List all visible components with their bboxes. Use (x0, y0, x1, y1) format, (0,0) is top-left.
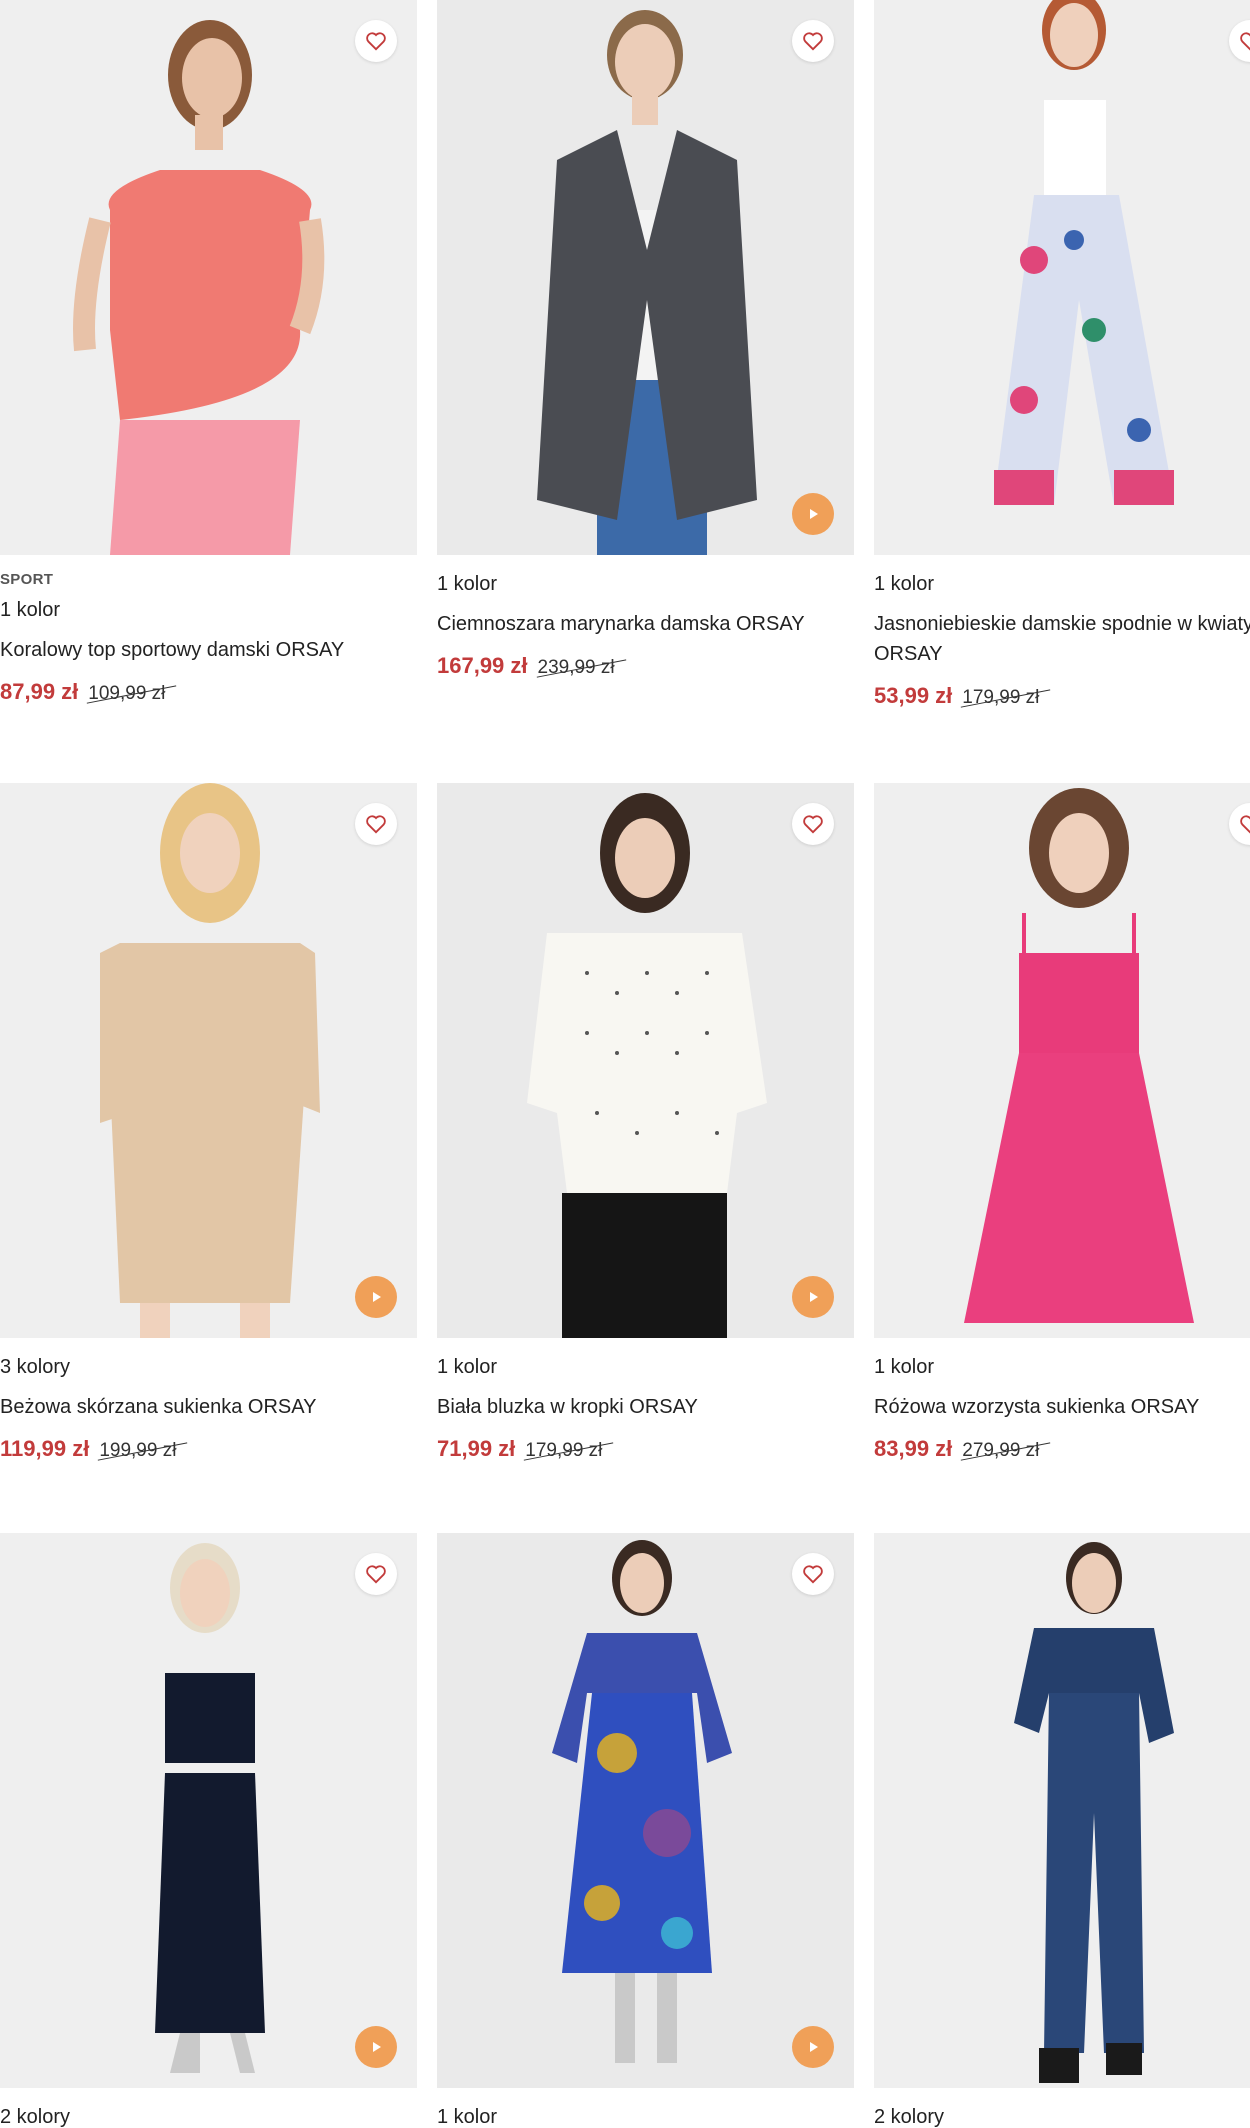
product-prices: 87,99 zł 109,99 zł (0, 679, 417, 705)
product-image[interactable] (437, 0, 854, 555)
product-prices: 71,99 zł 179,99 zł (437, 1436, 854, 1462)
product-name[interactable]: Jasnoniebieskie damskie spodnie w kwiaty… (874, 609, 1250, 669)
product-card[interactable]: 1 kolor Biała bluzka w kropki ORSAY 71,9… (437, 783, 854, 1462)
play-video-button[interactable] (355, 2026, 397, 2068)
play-icon (373, 2042, 381, 2052)
product-photo (437, 783, 854, 1338)
product-old-price: 109,99 zł (88, 683, 166, 704)
product-sale-price: 53,99 zł (874, 683, 953, 708)
product-image[interactable] (0, 1533, 417, 2088)
product-photo (874, 0, 1250, 555)
product-sale-price: 83,99 zł (874, 1436, 953, 1461)
product-colors-count[interactable]: 1 kolor (874, 1352, 1250, 1382)
product-card[interactable]: 1 kolor Różowa wzorzysta sukienka ORSAY … (874, 783, 1250, 1462)
product-image[interactable] (874, 0, 1250, 555)
product-prices: 83,99 zł 279,99 zł (874, 1436, 1250, 1462)
product-badge: SPORT (0, 571, 54, 588)
product-card[interactable]: 2 kolory (874, 1533, 1250, 2128)
add-to-favorites-button[interactable] (792, 803, 834, 845)
product-sale-price: 71,99 zł (437, 1436, 516, 1461)
heart-icon (366, 815, 386, 834)
product-photo (437, 0, 854, 555)
product-colors-count[interactable]: 2 kolory (874, 2102, 1250, 2128)
product-photo (437, 1533, 854, 2088)
heart-icon (803, 1565, 823, 1584)
product-colors-count[interactable]: 2 kolory (0, 2102, 417, 2128)
product-sale-price: 87,99 zł (0, 679, 79, 704)
heart-icon (366, 1565, 386, 1584)
product-sale-price: 167,99 zł (437, 653, 528, 678)
product-old-price: 239,99 zł (537, 657, 615, 678)
heart-icon (803, 32, 823, 51)
product-name[interactable]: Ciemnoszara marynarka damska ORSAY (437, 609, 854, 639)
product-grid: SPORT 1 kolor Koralowy top sportowy dams… (0, 0, 1250, 2128)
product-card[interactable]: 2 kolory (0, 1533, 417, 2128)
product-prices: 119,99 zł 199,99 zł (0, 1436, 417, 1462)
product-prices: 167,99 zł 239,99 zł (437, 653, 854, 679)
product-colors-count[interactable]: 3 kolory (0, 1352, 417, 1382)
add-to-favorites-button[interactable] (792, 1553, 834, 1595)
product-sale-price: 119,99 zł (0, 1436, 90, 1461)
product-photo (874, 783, 1250, 1338)
play-icon (810, 509, 818, 519)
product-colors-count[interactable]: 1 kolor (437, 569, 854, 599)
add-to-favorites-button[interactable] (355, 20, 397, 62)
product-colors-count[interactable]: 1 kolor (0, 595, 417, 625)
product-old-price: 199,99 zł (99, 1440, 177, 1461)
product-photo (0, 783, 417, 1338)
play-video-button[interactable] (792, 493, 834, 535)
heart-icon (803, 815, 823, 834)
product-image[interactable] (874, 1533, 1250, 2088)
product-name[interactable]: Koralowy top sportowy damski ORSAY (0, 635, 417, 665)
add-to-favorites-button[interactable] (355, 1553, 397, 1595)
product-colors-count[interactable]: 1 kolor (874, 569, 1250, 599)
play-video-button[interactable] (355, 1276, 397, 1318)
product-name[interactable]: Beżowa skórzana sukienka ORSAY (0, 1392, 417, 1422)
product-colors-count[interactable]: 1 kolor (437, 2102, 854, 2128)
product-card[interactable]: 1 kolor (437, 1533, 854, 2128)
product-image[interactable] (437, 1533, 854, 2088)
product-old-price: 179,99 zł (962, 687, 1040, 708)
play-video-button[interactable] (792, 2026, 834, 2068)
product-old-price: 279,99 zł (962, 1440, 1040, 1461)
product-photo (0, 1533, 417, 2088)
play-video-button[interactable] (792, 1276, 834, 1318)
play-icon (373, 1292, 381, 1302)
heart-icon (1240, 32, 1250, 51)
product-name[interactable]: Biała bluzka w kropki ORSAY (437, 1392, 854, 1422)
heart-icon (1240, 815, 1250, 834)
add-to-favorites-button[interactable] (355, 803, 397, 845)
product-card[interactable]: 1 kolor Ciemnoszara marynarka damska ORS… (437, 0, 854, 679)
product-photo (0, 0, 417, 555)
product-image[interactable] (874, 783, 1250, 1338)
play-icon (810, 2042, 818, 2052)
add-to-favorites-button[interactable] (792, 20, 834, 62)
product-photo (874, 1533, 1250, 2088)
play-icon (810, 1292, 818, 1302)
product-image[interactable] (0, 0, 417, 555)
product-card[interactable]: 3 kolory Beżowa skórzana sukienka ORSAY … (0, 783, 417, 1462)
product-image[interactable] (0, 783, 417, 1338)
heart-icon (366, 32, 386, 51)
product-card[interactable]: SPORT 1 kolor Koralowy top sportowy dams… (0, 0, 417, 705)
product-image[interactable] (437, 783, 854, 1338)
product-colors-count[interactable]: 1 kolor (437, 1352, 854, 1382)
product-old-price: 179,99 zł (525, 1440, 603, 1461)
product-prices: 53,99 zł 179,99 zł (874, 683, 1250, 709)
product-name[interactable]: Różowa wzorzysta sukienka ORSAY (874, 1392, 1250, 1422)
product-card[interactable]: 1 kolor Jasnoniebieskie damskie spodnie … (874, 0, 1250, 709)
